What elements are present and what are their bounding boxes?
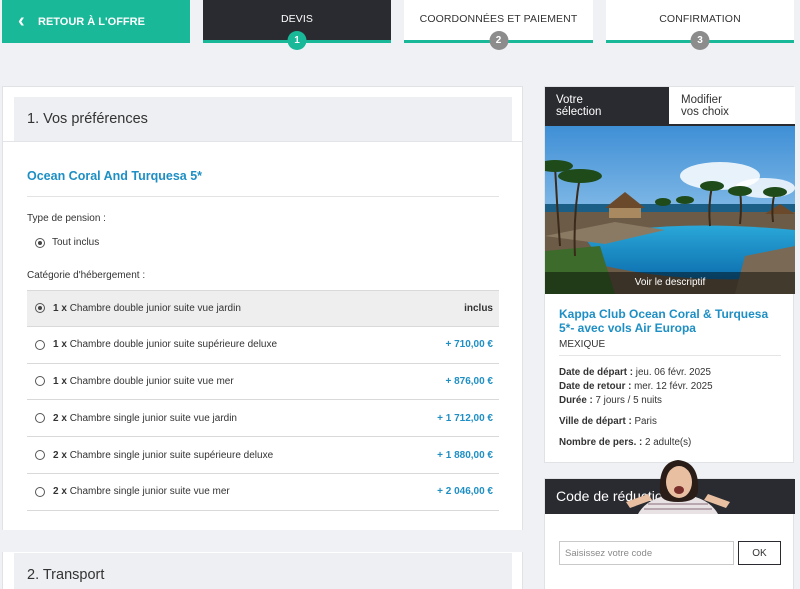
- tab-label-line2: sélection: [556, 106, 602, 118]
- room-option[interactable]: 1 x Chambre double junior suite supérieu…: [27, 327, 499, 364]
- chevron-left-icon: ‹: [18, 10, 25, 32]
- info-value: 7 jours / 5 nuits: [595, 395, 662, 406]
- room-qty: 1 x: [53, 375, 67, 387]
- room-name: Chambre double junior suite supérieure d…: [69, 339, 278, 351]
- radio-icon[interactable]: [35, 450, 45, 461]
- promo-code-title: Code de réduction: [545, 479, 795, 514]
- promo-ok-button[interactable]: OK: [738, 541, 781, 565]
- room-option[interactable]: 2 x Chambre single junior suite supérieu…: [27, 437, 499, 474]
- hotel-name: Ocean Coral And Turquesa 5*: [27, 169, 203, 183]
- room-qty: 1 x: [53, 339, 67, 351]
- room-qty: 2 x: [53, 486, 67, 498]
- room-price: + 2 046,00 €: [437, 486, 493, 498]
- room-name: Chambre single junior suite vue jardin: [69, 412, 237, 424]
- step-coordonnees: COORDONNÉES ET PAIEMENT 2: [404, 0, 593, 50]
- info-label: Date de départ :: [559, 367, 634, 378]
- selection-card: Votre sélection Modifier vos choix Voir …: [544, 86, 795, 463]
- info-label: Date de retour :: [559, 381, 632, 392]
- divider: [3, 141, 522, 142]
- checkout-stepper: ‹ RETOUR À L'OFFRE DEVIS 1 COORDONNÉES E…: [0, 0, 800, 50]
- info-value: 2 adulte(s): [645, 437, 692, 448]
- info-label: Ville de départ :: [559, 416, 632, 427]
- step-number: 3: [690, 31, 710, 50]
- promo-code-panel: Code de réduction OK: [544, 478, 795, 589]
- hotel-photo: Voir le descriptif: [545, 126, 795, 294]
- destination-country: MEXIQUE: [559, 339, 606, 350]
- room-name: Chambre single junior suite supérieure d…: [69, 449, 274, 461]
- step-label: DEVIS: [280, 13, 313, 25]
- radio-icon[interactable]: [35, 376, 45, 387]
- info-value: Paris: [634, 416, 657, 427]
- radio-checked-icon[interactable]: [35, 303, 45, 314]
- room-option[interactable]: 2 x Chambre single junior suite vue mer …: [27, 474, 499, 511]
- pension-type-label: Type de pension :: [27, 213, 106, 224]
- back-to-offer-label: RETOUR À L'OFFRE: [38, 15, 145, 28]
- duration: Durée : 7 jours / 5 nuits: [559, 395, 662, 406]
- promo-code-input[interactable]: [559, 541, 734, 565]
- room-label: 2 x Chambre single junior suite supérieu…: [53, 450, 437, 461]
- tab-label-line2: vos choix: [681, 106, 729, 118]
- room-name: Chambre double junior suite vue jardin: [69, 302, 241, 314]
- info-value: mer. 12 févr. 2025: [634, 381, 713, 392]
- departure-city: Ville de départ : Paris: [559, 416, 657, 427]
- room-label: 1 x Chambre double junior suite vue jard…: [53, 303, 464, 314]
- room-label: 2 x Chambre single junior suite vue jard…: [53, 413, 437, 424]
- section-title-preferences: 1. Vos préférences: [14, 97, 512, 141]
- room-qty: 2 x: [53, 449, 67, 461]
- room-options-list: 1 x Chambre double junior suite vue jard…: [27, 290, 499, 511]
- tab-label-line1: Modifier: [681, 94, 722, 106]
- section-gap: [2, 530, 523, 552]
- radio-icon[interactable]: [35, 339, 45, 350]
- radio-icon[interactable]: [35, 413, 45, 424]
- room-price: + 1 880,00 €: [437, 449, 493, 461]
- step-number: 1: [287, 31, 307, 50]
- tab-modify-choices[interactable]: Modifier vos choix: [669, 87, 795, 126]
- room-category-label: Catégorie d'hébergement :: [27, 270, 146, 281]
- room-price: inclus: [464, 302, 493, 314]
- room-qty: 1 x: [53, 302, 67, 314]
- info-label: Nombre de pers. :: [559, 437, 643, 448]
- section-title-transport: 2. Transport: [14, 553, 512, 589]
- step-label: CONFIRMATION: [659, 13, 741, 25]
- see-description-link[interactable]: Voir le descriptif: [545, 272, 795, 294]
- preferences-panel: 1. Vos préférences Ocean Coral And Turqu…: [2, 86, 523, 589]
- return-date: Date de retour : mer. 12 févr. 2025: [559, 381, 713, 392]
- room-label: 1 x Chambre double junior suite supérieu…: [53, 339, 445, 350]
- tab-your-selection[interactable]: Votre sélection: [545, 87, 669, 126]
- step-label: COORDONNÉES ET PAIEMENT: [419, 13, 578, 25]
- step-number: 2: [489, 31, 508, 50]
- room-option[interactable]: 2 x Chambre single junior suite vue jard…: [27, 400, 499, 438]
- persons-count: Nombre de pers. : 2 adulte(s): [559, 437, 691, 448]
- room-name: Chambre double junior suite vue mer: [69, 375, 234, 387]
- selection-tabs: Votre sélection Modifier vos choix: [545, 87, 795, 126]
- departure-date: Date de départ : jeu. 06 févr. 2025: [559, 367, 711, 378]
- room-option[interactable]: 1 x Chambre double junior suite vue mer …: [27, 364, 499, 401]
- room-label: 2 x Chambre single junior suite vue mer: [53, 486, 437, 497]
- trip-title[interactable]: Kappa Club Ocean Coral & Turquesa 5*- av…: [559, 307, 785, 335]
- room-label: 1 x Chambre double junior suite vue mer: [53, 376, 445, 387]
- step-devis: DEVIS 1: [203, 0, 391, 50]
- radio-checked-icon[interactable]: [35, 237, 45, 248]
- room-price: + 1 712,00 €: [437, 412, 493, 424]
- info-value: jeu. 06 févr. 2025: [635, 367, 711, 378]
- pension-option-label: Tout inclus: [52, 237, 100, 248]
- pension-option-all-inclusive[interactable]: Tout inclus: [35, 237, 99, 248]
- back-to-offer-button[interactable]: ‹ RETOUR À L'OFFRE: [2, 0, 190, 43]
- tab-label-line1: Votre: [556, 94, 583, 106]
- room-qty: 2 x: [53, 412, 67, 424]
- room-option[interactable]: 1 x Chambre double junior suite vue jard…: [27, 290, 499, 327]
- room-price: + 876,00 €: [445, 375, 493, 387]
- radio-icon[interactable]: [35, 486, 45, 497]
- room-price: + 710,00 €: [445, 339, 493, 351]
- divider: [559, 355, 781, 356]
- info-label: Durée :: [559, 395, 593, 406]
- divider: [27, 196, 499, 197]
- step-confirmation: CONFIRMATION 3: [606, 0, 794, 50]
- resort-pool-image: [545, 126, 795, 294]
- room-name: Chambre single junior suite vue mer: [69, 486, 230, 498]
